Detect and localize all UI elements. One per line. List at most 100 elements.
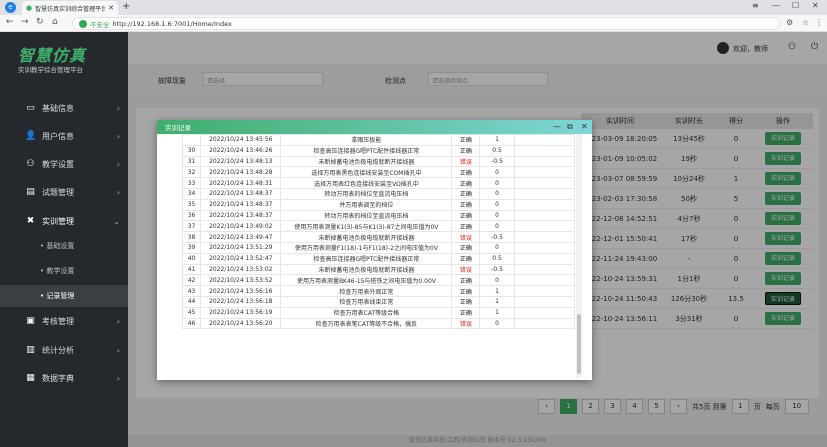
chart-icon: ▥ [26,344,35,355]
tab-close-icon[interactable]: ✕ [108,4,114,12]
browser-logo-icon[interactable]: e [5,2,16,13]
chevron-right-icon: › [116,316,120,326]
extensions-icon[interactable]: ⚙ [786,18,793,27]
security-label: 不安全 [90,20,110,29]
modal-scrollbar[interactable] [576,134,582,378]
row-score: -0.5 [479,231,515,243]
row-number: 42 [182,274,202,287]
sidebar-item-teaching[interactable]: ⚇ 教学设置 › [0,153,128,175]
row-number: 37 [182,220,202,233]
row-number: 41 [182,263,202,276]
row-description: 拿眼压板能 [280,134,453,146]
refresh-icon[interactable]: ↻ [36,17,44,27]
scroll-thumb[interactable] [577,314,581,374]
row-extra [513,317,576,330]
row-description: 检查万用表线束正常 [280,295,453,308]
row-status: 正确 [451,209,481,222]
menu-icon[interactable]: ≡ [752,1,759,10]
row-number: 35 [182,198,202,211]
row-status: 正确 [451,166,481,179]
row-status: 错误 [451,231,481,243]
sidebar-sub-basic[interactable]: • 基础设置 [0,235,128,257]
row-extra [513,198,576,211]
modal-close-icon[interactable]: ✕ [581,122,588,131]
more-icon[interactable]: ⋮ [815,18,823,27]
table-row: 37 2022/10/24 13:49:02 使用万用表测量K1(3)-85与K1(… [182,220,576,233]
brand-subtitle: 实训教学综合管理平台 [18,66,83,74]
table-row: 40 2022/10/24 13:52:47 检查高压连接器G嗯PTC配件接线器正常… [182,252,576,265]
sidebar-sub-teaching[interactable]: • 教学设置 [0,260,128,282]
row-description: 选择万用表红色连接线安装至VΩ插孔中 [280,177,453,189]
sidebar-item-label: 试题管理 [42,187,74,197]
row-status: 正确 [451,306,481,319]
bookmark-icon[interactable]: ☆ [802,18,809,27]
row-score: 0.5 [479,144,515,157]
table-row: 45 2022/10/24 13:56:19 检查万用表CAT等级合格 正确 1 [182,306,576,319]
sidebar-item-basic-info[interactable]: ▭ 基础信息 › [0,97,128,119]
address-bar: ← → ↻ ⌂ 不安全 http://192.168.1.6:7001/Home… [0,15,827,32]
chevron-right-icon: › [116,373,120,383]
row-extra [513,241,576,254]
row-description: 使用万用表测量K1(3)-85与K1(3)-87之间电压值为0V [280,220,453,233]
row-extra [513,177,576,189]
browser-tab-strip: e ● 智慧仿真实训综合管理平台 ✕ + ≡ — ☐ ✕ [0,0,827,15]
row-time: 2022/10/24 13:48:31 [200,177,282,189]
sidebar-item-users[interactable]: 👤 用户信息 › [0,125,128,147]
row-score: 1 [479,295,515,308]
sidebar-sub-records[interactable]: • 记录管理 [0,285,128,307]
sidebar-item-label: 基础信息 [42,103,74,113]
table-row: 41 2022/10/24 13:53:02 未断掉蓄电池负极电缆就断开接线器 错误 -… [182,263,576,276]
table-row: 35 2022/10/24 13:48:37 并万用表调至的档位 正确 0 [182,198,576,211]
sidebar-sub-label: 教学设置 [46,267,75,275]
back-icon[interactable]: ← [6,17,14,27]
home-icon[interactable]: ⌂ [52,17,58,27]
sidebar-item-label: 教学设置 [42,159,74,169]
sidebar-item-label: 考核管理 [42,316,74,326]
row-description: 转动万用表的档位至直流电压档 [280,209,453,222]
row-description: 检查万用表表笔CAT等级不合格，搞反 [280,317,453,330]
row-score: -0.5 [479,263,515,276]
row-number: 34 [182,187,202,200]
sidebar-item-label: 用户信息 [42,131,74,141]
row-time: 2022/10/24 13:48:37 [200,198,282,211]
row-extra [513,187,576,200]
training-record-modal: 实训记录 — ⧉ ✕ 2022/10/24 13:45:56 拿眼压板能 正确 1 30… [157,120,592,380]
url-field[interactable]: 不安全 http://192.168.1.6:7001/Home/Index [72,17,780,30]
row-number: 32 [182,166,202,179]
row-status: 正确 [451,241,481,254]
row-time: 2022/10/24 13:56:20 [200,317,282,330]
browser-tab[interactable]: ● 智慧仿真实训综合管理平台 ✕ [22,1,118,15]
modal-maximize-icon[interactable]: ⧉ [567,122,573,132]
row-description: 检查高压连接器G嗯PTC配件接线器正常 [280,252,453,265]
row-score: 0 [479,177,515,189]
tab-title: 智慧仿真实训综合管理平台 [35,5,106,13]
modal-minimize-icon[interactable]: — [553,122,561,131]
row-description: 未断掉蓄电池负极电缆就断开接线器 [280,231,453,243]
row-time: 2022/10/24 13:48:37 [200,209,282,222]
tools-icon: ✖ [26,215,35,226]
sidebar-item-dictionary[interactable]: ▦ 数据字典 › [0,367,128,389]
table-row: 39 2022/10/24 13:51:29 使用万用表测量F1(18)-1与F1(… [182,241,576,254]
row-number: 39 [182,241,202,254]
row-extra [513,144,576,157]
sidebar-sub-label: 记录管理 [46,292,75,300]
sidebar-item-exam[interactable]: ▣ 考核管理 › [0,310,128,332]
minimize-icon[interactable]: — [772,1,780,10]
row-time: 2022/10/24 13:53:52 [200,274,282,287]
row-status: 正确 [451,187,481,200]
forward-icon[interactable]: → [21,17,29,27]
sidebar-item-training[interactable]: ✖ 实训管理 ⌄ [0,210,128,232]
row-status: 正确 [451,177,481,189]
table-row: 33 2022/10/24 13:48:31 选择万用表红色连接线安装至VΩ插孔中正… [182,177,576,189]
row-score: 1 [479,285,515,297]
new-tab-icon[interactable]: + [122,1,130,12]
sidebar-item-questions[interactable]: ▤ 试题管理 › [0,181,128,203]
maximize-icon[interactable]: ☐ [792,1,799,10]
sidebar-item-stats[interactable]: ▥ 统计分析 › [0,339,128,361]
row-description: 使用万用表测量BK46-15与搭铁之间电压值为0.00V [280,274,453,287]
row-number: 43 [182,285,202,297]
sidebar-item-label: 数据字典 [42,373,74,383]
row-description: 并万用表调至的档位 [280,198,453,211]
user-icon: 👤 [25,130,37,141]
close-window-icon[interactable]: ✕ [812,1,819,10]
